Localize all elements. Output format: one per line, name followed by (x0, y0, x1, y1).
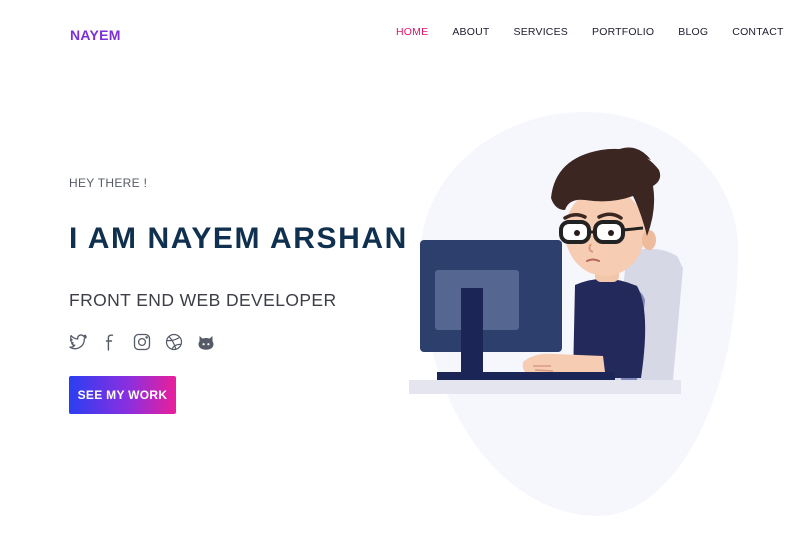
twitter-icon[interactable] (68, 332, 88, 352)
site-logo[interactable]: NAYEM (70, 27, 121, 43)
instagram-icon[interactable] (132, 332, 152, 352)
hero-greeting: HEY THERE ! (69, 176, 148, 190)
main-nav: HOME ABOUT SERVICES PORTFOLIO BLOG CONTA… (396, 25, 784, 39)
nav-portfolio[interactable]: PORTFOLIO (592, 25, 654, 39)
dribbble-icon[interactable] (164, 332, 184, 352)
hero-name: I AM NAYEM ARSHAN (69, 222, 408, 255)
nav-services[interactable]: SERVICES (513, 25, 568, 39)
nav-contact[interactable]: CONTACT (732, 25, 783, 39)
nav-home[interactable]: HOME (396, 25, 428, 39)
github-icon[interactable] (196, 332, 216, 352)
nav-about[interactable]: ABOUT (452, 25, 489, 39)
nav-blog[interactable]: BLOG (678, 25, 708, 39)
hero-role: FRONT END WEB DEVELOPER (69, 290, 337, 310)
facebook-icon[interactable] (100, 332, 120, 352)
developer-illustration (409, 147, 683, 394)
see-my-work-button[interactable]: SEE MY WORK (69, 376, 176, 414)
social-links (68, 332, 216, 352)
